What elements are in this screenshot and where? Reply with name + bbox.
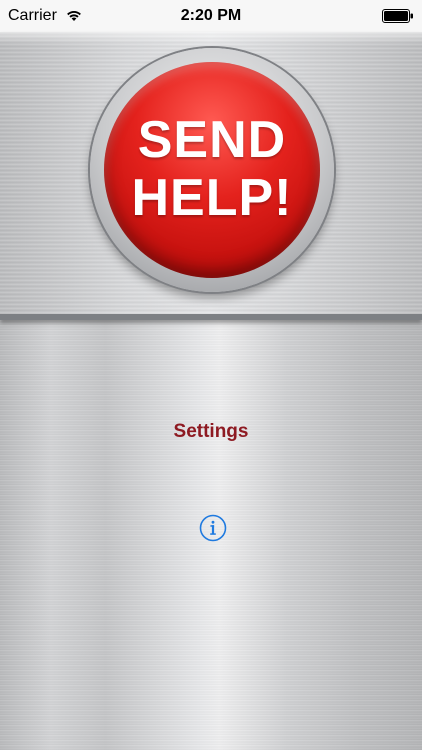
status-time: 2:20 PM	[180, 7, 242, 24]
battery-icon	[382, 9, 413, 23]
status-bar: Carrier 2:20 PM	[0, 0, 422, 32]
send-help-label-line1: SEND	[137, 111, 287, 169]
send-help-button[interactable]: SEND HELP!	[104, 62, 320, 278]
settings-link[interactable]: Settings	[0, 421, 422, 443]
send-help-label-line2: HELP!	[131, 169, 293, 227]
info-icon[interactable]	[199, 514, 227, 542]
